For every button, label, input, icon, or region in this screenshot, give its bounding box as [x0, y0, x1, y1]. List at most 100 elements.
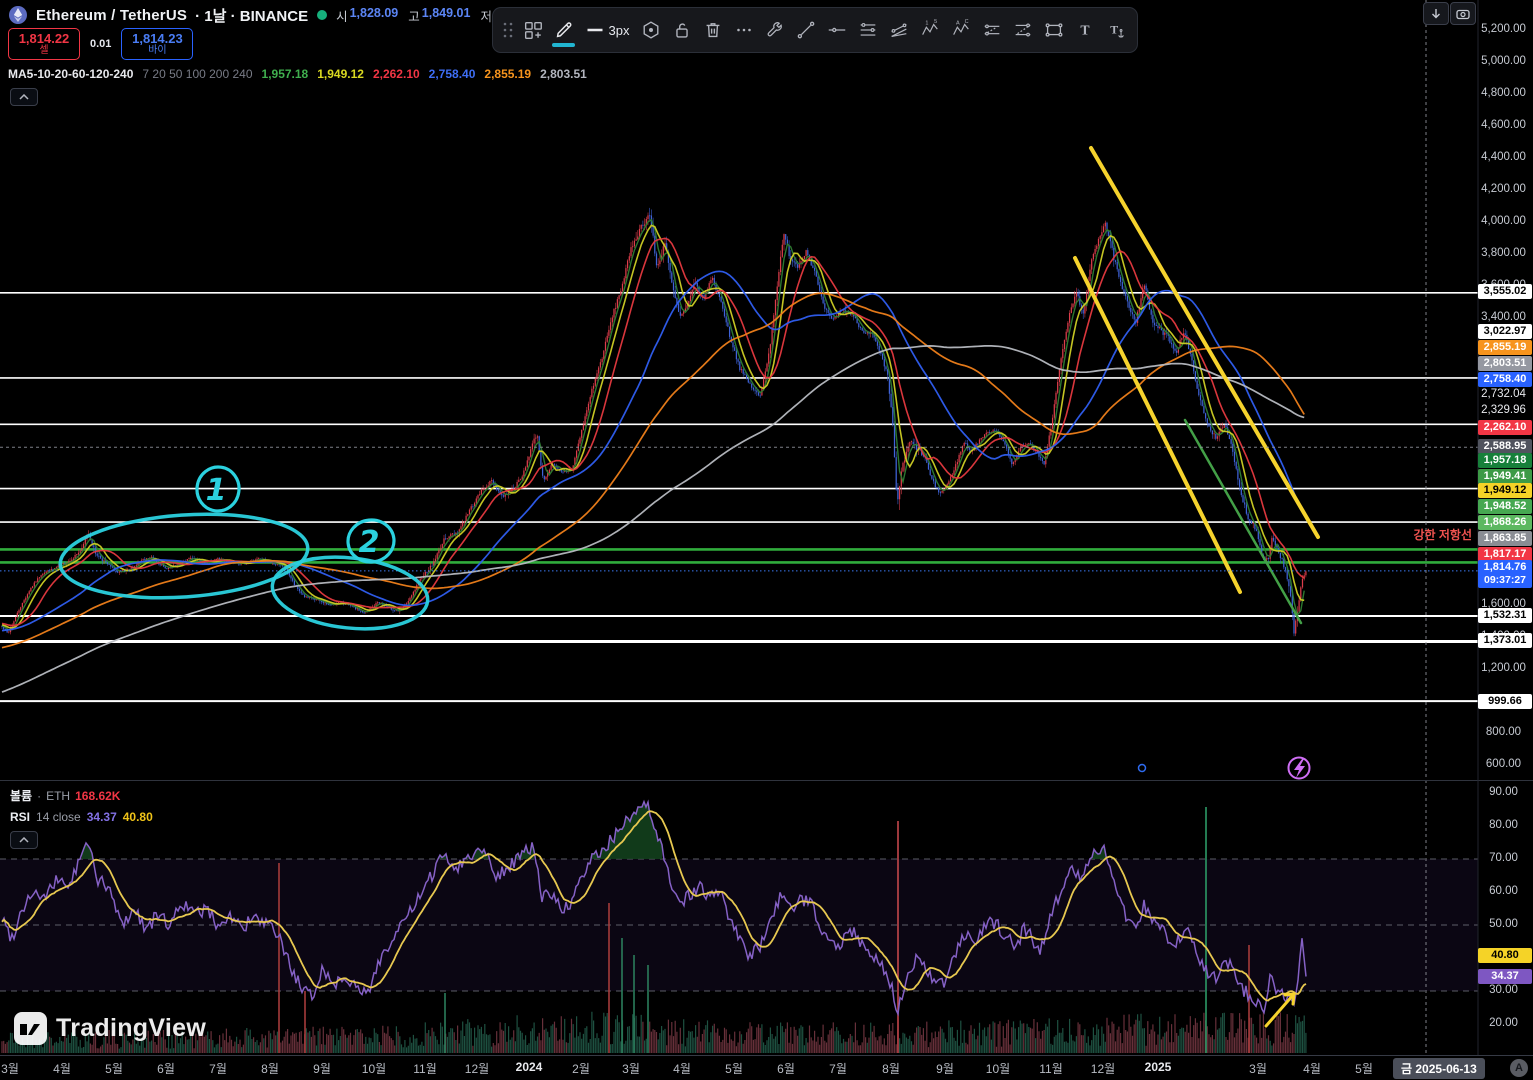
time-axis-label: 9월	[313, 1060, 331, 1077]
time-axis-label: 12월	[1091, 1060, 1115, 1077]
price-level-badge: 34.37	[1478, 969, 1532, 984]
scroll-to-realtime-button[interactable]	[1423, 2, 1449, 25]
crosshair-date-badge: 금 2025-06-13	[1393, 1058, 1485, 1079]
high-value: 1,849.01	[422, 6, 471, 25]
pencil-tool[interactable]	[548, 11, 579, 49]
price-axis-tick: 3,800.00	[1477, 247, 1530, 259]
time-axis-label: 5월	[105, 1060, 123, 1077]
angled-channel-tool[interactable]	[883, 11, 914, 49]
lock-open-tool[interactable]	[666, 11, 697, 49]
ma-value: 1,957.18	[262, 67, 309, 81]
svg-text:1: 1	[925, 21, 928, 27]
price-axis[interactable]: 5,200.005,000.004,800.004,600.004,400.00…	[1477, 0, 1533, 1080]
tradingview-chart-window: 12 Ethereum / TetherUS · 1날 · BINANCE 시1…	[0, 0, 1533, 1080]
info-line-tool[interactable]	[976, 11, 1007, 49]
rsi-axis-tick: 60.00	[1477, 885, 1530, 897]
trend-line-tool[interactable]	[790, 11, 821, 49]
order-panel: 1,814.22 셀 0.01 1,814.23 바이	[8, 28, 193, 60]
ma-value: 2,262.10	[373, 67, 420, 81]
time-axis-label: 6월	[777, 1060, 795, 1077]
current-price-badge: 1,814.7609:37:27	[1478, 560, 1532, 588]
ma-value: 2,803.51	[540, 67, 587, 81]
high-label: 고	[408, 6, 420, 25]
interval-selector[interactable]: 1날	[204, 8, 226, 25]
price-level-badge: 1,949.41	[1478, 469, 1532, 484]
price-level-badge: 2,855.19	[1478, 340, 1532, 355]
time-axis-label: 9월	[936, 1060, 954, 1077]
rsi-label: RSI	[10, 810, 30, 824]
collapse-rsi-pane-button[interactable]	[10, 831, 38, 849]
time-axis-label: 3월	[1249, 1060, 1267, 1077]
color-picker-tool[interactable]	[635, 11, 666, 49]
price-level-badge: 1,532.31	[1478, 608, 1532, 623]
time-axis-label: 5월	[1355, 1060, 1373, 1077]
volume-sep: ·	[37, 789, 41, 803]
tradingview-logo-icon	[14, 1012, 47, 1045]
elliott-impulse-tool[interactable]: 15	[914, 11, 945, 49]
sell-button[interactable]: 1,814.22 셀	[8, 28, 80, 60]
more-options-tool[interactable]	[728, 11, 759, 49]
symbol-header: Ethereum / TetherUS · 1날 · BINANCE 시1,82…	[8, 4, 525, 26]
time-axis-label: 2월	[572, 1060, 590, 1077]
anchored-text-tool[interactable]: T	[1100, 11, 1131, 49]
time-axis-label: 7월	[209, 1060, 227, 1077]
collapse-main-pane-button[interactable]	[10, 88, 38, 106]
open-value: 1,828.09	[350, 6, 399, 25]
volume-label: 볼륨	[10, 787, 32, 804]
rsi-axis-tick: 90.00	[1477, 786, 1530, 798]
rsi-value: 34.37	[87, 810, 117, 824]
price-axis-tick: 600.00	[1477, 758, 1530, 770]
time-axis-label: 8월	[882, 1060, 900, 1077]
symbol-title[interactable]: Ethereum / TetherUS	[36, 7, 187, 24]
drawing-toolbar: 3px 15AC TT	[492, 7, 1138, 53]
wrench-tool[interactable]	[759, 11, 790, 49]
info-extended-tool[interactable]	[1007, 11, 1038, 49]
ma-indicator-name: MA5-10-20-60-120-240	[8, 67, 133, 81]
spread-value: 0.01	[90, 38, 111, 50]
open-label: 시	[336, 6, 348, 25]
time-axis-label: 5월	[725, 1060, 743, 1077]
price-axis-tick: 4,600.00	[1477, 119, 1530, 131]
time-axis-label: 3월	[1, 1060, 19, 1077]
price-level-badge: 1,949.12	[1478, 483, 1532, 498]
tradingview-watermark: TradingView	[14, 1012, 206, 1045]
time-axis-label: 10월	[362, 1060, 386, 1077]
drag-handle[interactable]	[499, 11, 517, 49]
price-level-badge: 2,329.96	[1477, 404, 1530, 416]
time-axis-label: 3월	[622, 1060, 640, 1077]
rsi-axis-tick: 80.00	[1477, 819, 1530, 831]
time-axis-label: 2025	[1145, 1060, 1172, 1074]
time-axis-label: 6월	[157, 1060, 175, 1077]
price-chart-canvas[interactable]: 12	[0, 0, 1533, 1080]
elliott-correction-tool[interactable]: AC	[945, 11, 976, 49]
horizontal-line-tool[interactable]	[821, 11, 852, 49]
ma-indicator-row[interactable]: MA5-10-20-60-120-240 7 20 50 100 200 240…	[8, 67, 587, 81]
rectangle-tool[interactable]	[1038, 11, 1069, 49]
rsi-axis-tick: 20.00	[1477, 1017, 1530, 1029]
text-tool[interactable]: T	[1069, 11, 1100, 49]
grid-layout-tool[interactable]	[517, 11, 548, 49]
trash-tool[interactable]	[697, 11, 728, 49]
buy-button[interactable]: 1,814.23 바이	[121, 28, 193, 60]
exchange-name[interactable]: BINANCE	[240, 8, 308, 25]
price-level-badge: 1,868.26	[1478, 515, 1532, 530]
price-level-badge: 2,732.04	[1477, 388, 1530, 400]
price-axis-tick: 4,200.00	[1477, 183, 1530, 195]
rsi-indicator-row[interactable]: RSI 14 close 34.37 40.80	[10, 810, 153, 824]
volume-indicator-row[interactable]: 볼륨 · ETH 168.62K	[10, 787, 120, 804]
rsi-axis-tick: 70.00	[1477, 852, 1530, 864]
rsi-axis-tick: 50.00	[1477, 918, 1530, 930]
time-axis-label: 4월	[673, 1060, 691, 1077]
snapshot-camera-button[interactable]	[1450, 2, 1476, 25]
time-axis[interactable]: 3월4월5월6월7월8월9월10월11월12월20242월3월4월5월6월7월8…	[0, 1055, 1533, 1080]
parallel-channel-tool[interactable]	[852, 11, 883, 49]
sell-caption: 셀	[39, 46, 48, 57]
price-level-badge: 1,957.18	[1478, 453, 1532, 468]
time-axis-label: 2024	[516, 1060, 543, 1074]
line-width-value: 3px	[609, 23, 630, 38]
strong-resistance-text: 강한 저항선	[1394, 526, 1472, 543]
price-level-badge: 3,022.97	[1478, 324, 1532, 339]
bar-countdown: 09:37:27	[1478, 574, 1532, 586]
line-width-tool[interactable]: 3px	[579, 11, 635, 49]
price-axis-tick: 4,800.00	[1477, 87, 1530, 99]
